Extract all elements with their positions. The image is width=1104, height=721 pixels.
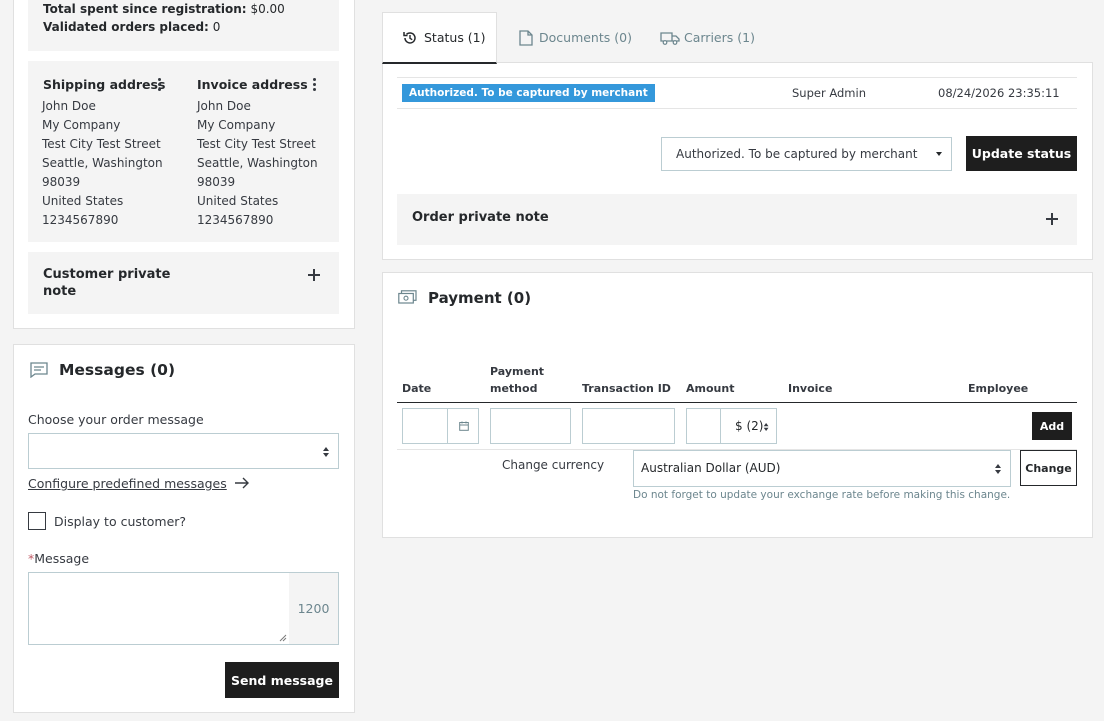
order-note-expand-icon[interactable] — [1046, 213, 1058, 225]
currency-select[interactable]: Australian Dollar (AUD) — [633, 450, 1011, 487]
invoice-address-lines: John Doe My Company Test City Test Stree… — [197, 99, 318, 227]
arrow-right-icon — [234, 477, 249, 489]
validated-orders: Validated orders placed: 0 — [43, 20, 221, 34]
choose-message-label: Choose your order message — [28, 412, 204, 427]
payment-title: Payment (0) — [428, 289, 532, 307]
resize-handle-icon[interactable] — [279, 634, 287, 642]
history-icon — [403, 31, 416, 44]
display-to-customer-label: Display to customer? — [54, 514, 187, 529]
amount-input[interactable]: $ (2) — [686, 408, 777, 444]
payment-currency-select[interactable]: $ (2) — [735, 419, 763, 433]
configure-predefined-messages-link[interactable]: Configure predefined messages — [28, 476, 250, 491]
shipping-address-lines: John Doe My Company Test City Test Stree… — [42, 99, 163, 227]
message-label: *Message — [28, 551, 90, 566]
exchange-rate-hint: Do not forget to update your exchange ra… — [633, 489, 1011, 501]
column-invoice: Invoice — [788, 382, 833, 395]
truck-icon — [660, 31, 680, 45]
message-counter: 1200 — [289, 572, 339, 645]
messages-title: Messages (0) — [59, 361, 176, 379]
invoice-address-title: Invoice address — [197, 77, 308, 92]
select-arrows-icon — [995, 464, 1002, 474]
payment-method-input[interactable] — [490, 408, 571, 444]
payment-date-input[interactable] — [402, 408, 479, 444]
change-currency-label: Change currency — [502, 458, 605, 472]
order-private-note-title: Order private note — [412, 210, 549, 225]
send-message-button[interactable]: Send message — [225, 662, 339, 698]
display-to-customer-checkbox[interactable] — [28, 512, 46, 530]
transaction-id-input[interactable] — [582, 408, 675, 444]
caret-down-icon — [936, 152, 942, 156]
shipping-address-menu-icon[interactable] — [158, 78, 162, 92]
column-transaction-id: Transaction ID — [582, 382, 671, 395]
column-date: Date — [402, 382, 432, 395]
currency-arrows-icon — [763, 423, 770, 431]
payment-icon — [398, 290, 417, 304]
tab-status[interactable]: Status (1) — [402, 12, 486, 63]
column-payment-method: Payment method — [490, 365, 545, 395]
invoice-address-menu-icon[interactable] — [313, 78, 317, 92]
update-status-button[interactable]: Update status — [966, 136, 1077, 171]
column-employee: Employee — [968, 382, 1029, 395]
select-arrows-icon — [323, 447, 330, 457]
table-header-divider — [397, 402, 1077, 403]
change-currency-button[interactable]: Change — [1020, 450, 1077, 486]
tab-documents[interactable]: Documents (0) — [519, 12, 632, 63]
total-spent: Total spent since registration: $0.00 — [43, 2, 285, 16]
shipping-address-title: Shipping address — [43, 77, 166, 92]
tab-carriers[interactable]: Carriers (1) — [660, 12, 755, 63]
calendar-icon[interactable] — [459, 421, 469, 431]
column-amount: Amount — [686, 382, 735, 395]
customer-note-expand-icon[interactable] — [308, 269, 320, 281]
status-date: 08/24/2026 23:35:11 — [938, 86, 1060, 100]
add-payment-button[interactable]: Add — [1032, 412, 1072, 440]
message-textarea[interactable] — [28, 572, 290, 645]
status-badge: Authorized. To be captured by merchant — [402, 84, 655, 102]
choose-message-select[interactable] — [28, 433, 339, 469]
order-status-select[interactable]: Authorized. To be captured by merchant — [661, 137, 952, 171]
message-icon — [30, 362, 48, 378]
document-icon — [519, 29, 533, 46]
status-employee: Super Admin — [792, 86, 866, 100]
customer-private-note-title: Customer private note — [43, 267, 171, 299]
